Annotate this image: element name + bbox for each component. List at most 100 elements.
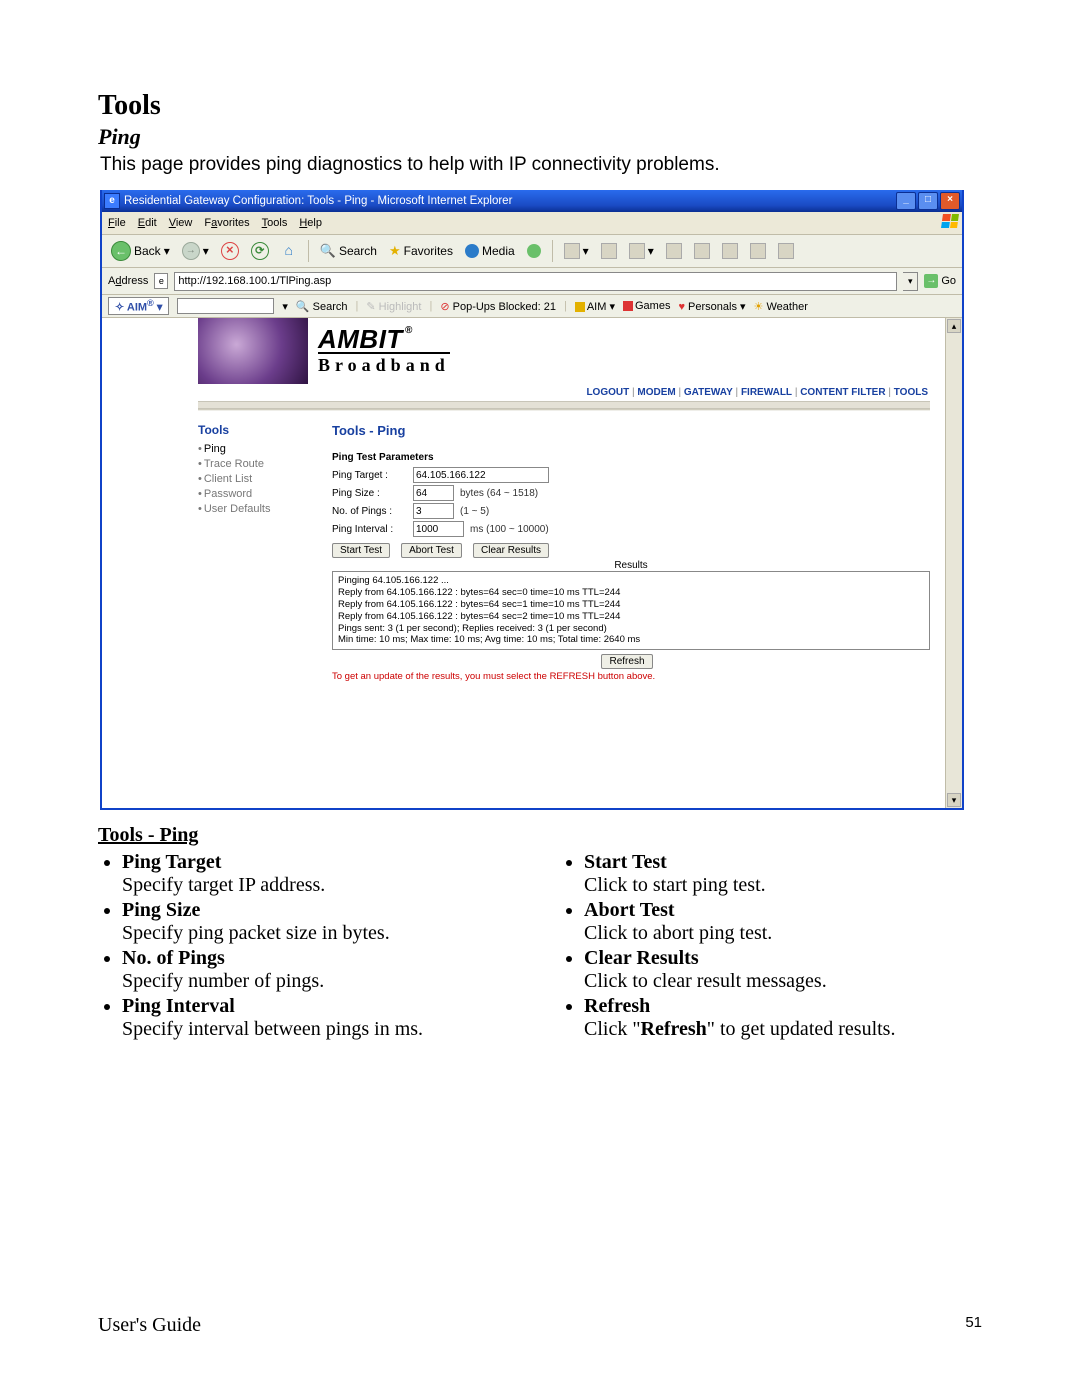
desc-item-refresh: Refresh Click "Refresh" to get updated r… (584, 995, 982, 1041)
ie-toolbar: ← Back ▾ → ▾ × ⟳ ⌂ 🔍Search ★Favorites Me… (102, 235, 962, 268)
nav-firewall[interactable]: FIREWALL (741, 387, 792, 398)
input-ping-interval[interactable] (413, 521, 464, 537)
stop-icon: × (221, 242, 239, 260)
scroll-down-button[interactable]: ▾ (947, 793, 961, 807)
favorites-button[interactable]: ★Favorites (386, 242, 456, 260)
menu-bar: File Edit View Favorites Tools Help (102, 212, 962, 235)
start-test-button[interactable]: Start Test (332, 543, 390, 558)
mail-icon (564, 243, 580, 259)
back-button[interactable]: ← Back ▾ (108, 240, 173, 262)
forward-button[interactable]: → ▾ (179, 241, 212, 261)
aim-popups[interactable]: ⊘ Pop-Ups Blocked: 21 (440, 300, 556, 313)
star-icon: ★ (389, 243, 401, 259)
menu-tools[interactable]: Tools (262, 217, 288, 229)
search-button[interactable]: 🔍Search (317, 242, 380, 260)
menu-help[interactable]: Help (299, 217, 322, 229)
minimize-button[interactable]: _ (896, 192, 916, 210)
print-button[interactable] (598, 242, 620, 260)
window-titlebar[interactable]: e Residential Gateway Configuration: Too… (102, 190, 962, 212)
label-ping-interval: Ping Interval : (332, 524, 407, 535)
close-button[interactable]: × (940, 192, 960, 210)
nav-content-filter[interactable]: CONTENT FILTER (800, 387, 885, 398)
footer-left: User's Guide (98, 1314, 201, 1337)
sidebar-item-trace-route[interactable]: Trace Route (198, 458, 308, 470)
edit-icon (629, 243, 645, 259)
aim-weather[interactable]: ☀ Weather (754, 300, 808, 313)
desc-item-ping-interval: Ping Interval Specify interval between p… (122, 995, 520, 1041)
history-icon (527, 244, 541, 258)
media-button[interactable]: Media (462, 243, 518, 259)
aim-search-input[interactable] (177, 298, 274, 314)
aim-search-button[interactable]: 🔍 Search (296, 300, 348, 313)
abort-test-button[interactable]: Abort Test (401, 543, 462, 558)
scrollbar[interactable]: ▴ ▾ (945, 318, 962, 808)
go-button[interactable]: → Go (924, 274, 956, 288)
nav-gateway[interactable]: GATEWAY (684, 387, 733, 398)
label-ping-size: Ping Size : (332, 488, 407, 499)
aim-games[interactable]: Games (623, 300, 670, 312)
aim-personals[interactable]: ♥ Personals ▾ (678, 300, 745, 313)
brand-logo: AMBIT® Broadband (308, 318, 450, 384)
address-input[interactable]: http://192.168.100.1/TlPing.asp (174, 272, 897, 291)
input-ping-size[interactable] (413, 485, 454, 501)
desc-item-no-of-pings: No. of Pings Specify number of pings. (122, 947, 520, 993)
go-icon: → (924, 274, 938, 288)
sidebar-item-user-defaults[interactable]: User Defaults (198, 503, 308, 515)
refresh-results-button[interactable]: Refresh (601, 654, 652, 669)
results-label: Results (332, 560, 930, 571)
results-note: To get an update of the results, you mus… (332, 671, 930, 682)
aim-toolbar: ✧ AIM® ▾ ▾ 🔍 Search | ✎ Highlight | ⊘ Po… (102, 295, 962, 318)
scroll-up-button[interactable]: ▴ (947, 319, 961, 333)
sidebar-item-client-list[interactable]: Client List (198, 473, 308, 485)
generic-icon (750, 243, 766, 259)
description-title: Tools - Ping (98, 824, 982, 847)
refresh-button[interactable]: ⟳ (248, 241, 272, 261)
sidebar: Tools Ping Trace Route Client List Passw… (198, 423, 308, 682)
aim-logo[interactable]: ✧ AIM® ▾ (108, 297, 169, 315)
hint-ping-size: bytes (64 ~ 1518) (460, 488, 538, 499)
section-intro: This page provides ping diagnostics to h… (100, 154, 982, 176)
toolbar-extra-2[interactable] (691, 242, 713, 260)
label-no-of-pings: No. of Pings : (332, 506, 407, 517)
aim-aim[interactable]: AIM ▾ (575, 300, 615, 313)
toolbar-extra-1[interactable] (663, 242, 685, 260)
toolbar-extra-4[interactable] (747, 242, 769, 260)
section-subtitle: Ping (98, 124, 982, 150)
menu-favorites[interactable]: Favorites (204, 217, 249, 229)
sidebar-item-password[interactable]: Password (198, 488, 308, 500)
maximize-button[interactable]: □ (918, 192, 938, 210)
main-panel: Tools - Ping Ping Test Parameters Ping T… (332, 423, 930, 682)
generic-icon (666, 243, 682, 259)
nav-modem[interactable]: MODEM (637, 387, 675, 398)
menu-edit[interactable]: Edit (138, 217, 157, 229)
nav-logout[interactable]: LOGOUT (586, 387, 629, 398)
print-icon (601, 243, 617, 259)
aim-highlight[interactable]: ✎ Highlight (366, 300, 421, 313)
address-dropdown[interactable]: ▾ (903, 272, 918, 291)
aim-chevron[interactable]: ▾ (282, 300, 288, 313)
input-ping-target[interactable] (413, 467, 549, 483)
mail-button[interactable]: ▾ (561, 242, 592, 260)
arrow-left-icon: ← (111, 241, 131, 261)
home-button[interactable]: ⌂ (278, 242, 300, 260)
clear-results-button[interactable]: Clear Results (473, 543, 549, 558)
home-icon: ⌂ (281, 243, 297, 259)
edit-button[interactable]: ▾ (626, 242, 657, 260)
nav-tools[interactable]: TOOLS (894, 387, 928, 398)
sidebar-item-ping[interactable]: Ping (198, 443, 308, 455)
desc-item-ping-target: Ping Target Specify target IP address. (122, 851, 520, 897)
address-label: Address (108, 275, 148, 287)
refresh-icon: ⟳ (251, 242, 269, 260)
section-title: Tools (98, 90, 982, 122)
menu-view[interactable]: View (169, 217, 193, 229)
toolbar-extra-3[interactable] (719, 242, 741, 260)
stop-button[interactable]: × (218, 241, 242, 261)
history-button[interactable] (524, 243, 544, 259)
sidebar-title: Tools (198, 423, 308, 437)
input-no-of-pings[interactable] (413, 503, 454, 519)
menu-file[interactable]: File (108, 217, 126, 229)
back-label: Back (134, 244, 161, 258)
gateway-topnav: LOGOUT | MODEM | GATEWAY | FIREWALL | CO… (102, 384, 946, 401)
page-number: 51 (965, 1314, 982, 1337)
toolbar-extra-5[interactable] (775, 242, 797, 260)
